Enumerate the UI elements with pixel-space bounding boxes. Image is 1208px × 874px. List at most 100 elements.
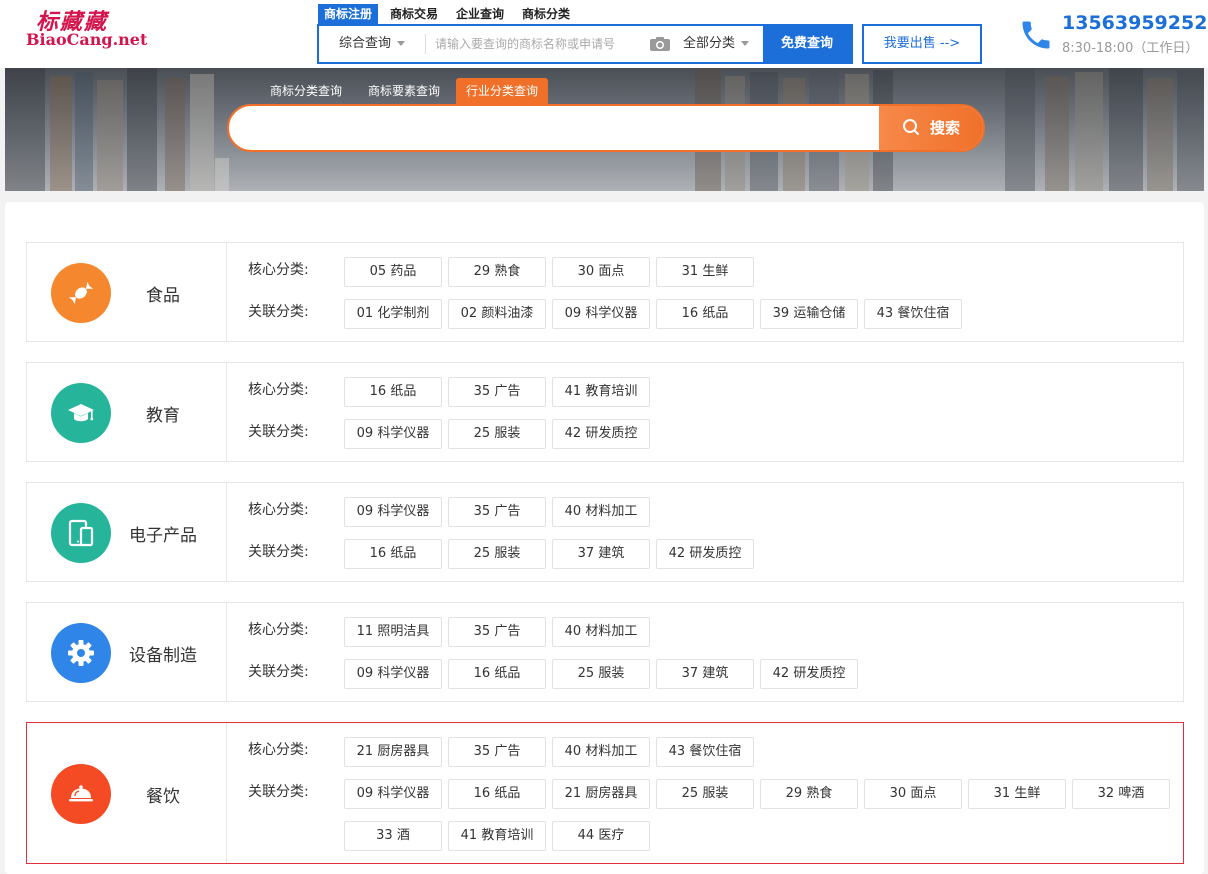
chevron-down-icon [397, 41, 406, 46]
industry-header[interactable]: 食品 [27, 243, 227, 341]
class-chip-list: 09 科学仪器 16 纸品 21 厨房器具 25 服装 29 熟食 30 面点 31 生鲜 3… [344, 779, 1184, 863]
tab-company-query[interactable]: 企业查询 [450, 4, 510, 24]
class-chip[interactable]: 35 广告 [448, 377, 546, 407]
industry-name: 设备制造 [129, 646, 197, 666]
banner-query-tabs: 商标分类查询 商标要素查询 行业分类查询 [260, 78, 554, 104]
industry-classes: 核心分类: 16 纸品 35 广告 41 教育培训关联分类: 09 科学仪器 25 服装 4… [228, 363, 1183, 461]
class-chip[interactable]: 11 照明洁具 [344, 617, 442, 647]
class-chip[interactable]: 43 餐饮住宿 [864, 299, 962, 329]
industry-name: 电子产品 [129, 526, 197, 546]
class-chip[interactable]: 33 酒 [344, 821, 442, 851]
class-chip[interactable]: 01 化学制剂 [344, 299, 442, 329]
class-chip[interactable]: 16 纸品 [656, 299, 754, 329]
class-chip[interactable]: 32 啤酒 [1072, 779, 1170, 809]
class-chip[interactable]: 37 建筑 [656, 659, 754, 689]
tab-trademark-register[interactable]: 商标注册 [318, 4, 379, 24]
industry-classes: 核心分类: 05 药品 29 熟食 30 面点 31 生鲜 关联分类: 01 化学制剂 02 … [228, 243, 1183, 341]
search-icon [902, 119, 919, 135]
class-chip-list: 09 科学仪器 16 纸品 25 服装 37 建筑 42 研发质控 [344, 659, 1184, 701]
camera-icon[interactable] [649, 36, 671, 52]
class-chip[interactable]: 44 医疗 [552, 821, 650, 851]
search-button[interactable]: 搜索 [879, 106, 983, 150]
food-cloche-icon [51, 764, 111, 824]
class-chip-list: 21 厨房器具 35 广告 40 材料加工 43 餐饮住宿 [344, 737, 1184, 779]
tab-trademark-class[interactable]: 商标分类 [516, 4, 576, 24]
tab-trademark-trade[interactable]: 商标交易 [384, 4, 444, 24]
site-logo[interactable]: 标藏藏 BiaoCang.net [26, 4, 148, 54]
class-chip[interactable]: 30 面点 [552, 257, 650, 287]
class-chip[interactable]: 25 服装 [656, 779, 754, 809]
industry-block: 食品 核心分类: 05 药品 29 熟食 30 面点 31 生鲜 关联分类: 01 化学制剂 0… [26, 242, 1184, 342]
class-chip[interactable]: 30 面点 [864, 779, 962, 809]
related-class-label: 关联分类: [248, 544, 309, 560]
class-chip[interactable]: 16 纸品 [344, 377, 442, 407]
free-query-button[interactable]: 免费查询 [763, 26, 851, 62]
core-class-label: 核心分类: [248, 622, 309, 638]
class-chip[interactable]: 09 科学仪器 [552, 299, 650, 329]
class-chip[interactable]: 40 材料加工 [552, 617, 650, 647]
category-select[interactable]: 全部分类 [683, 26, 750, 62]
class-chip[interactable]: 02 颜料油漆 [448, 299, 546, 329]
class-chip[interactable]: 42 研发质控 [656, 539, 754, 569]
class-chip-list: 05 药品 29 熟食 30 面点 31 生鲜 [344, 257, 1184, 299]
industry-classes: 核心分类: 11 照明洁具 35 广告 40 材料加工关联分类: 09 科学仪器 16 纸… [228, 603, 1183, 701]
class-chip[interactable]: 35 广告 [448, 617, 546, 647]
industry-header[interactable]: 教育 [27, 363, 227, 461]
industry-search-input[interactable] [249, 106, 869, 150]
industry-header[interactable]: 设备制造 [27, 603, 227, 701]
industry-block: 餐饮 核心分类: 21 厨房器具 35 广告 40 材料加工 43 餐饮住宿 关联分类: 09… [26, 722, 1184, 864]
industry-header[interactable]: 餐饮 [27, 723, 227, 863]
class-chip[interactable]: 40 材料加工 [552, 737, 650, 767]
class-chip[interactable]: 09 科学仪器 [344, 779, 442, 809]
divider [425, 34, 426, 54]
header-search-box: 综合查询 全部分类 免费查询 [317, 24, 853, 64]
banner-search-box: 搜索 [227, 104, 985, 152]
class-chip[interactable]: 29 熟食 [760, 779, 858, 809]
class-chip[interactable]: 35 广告 [448, 737, 546, 767]
search-input[interactable] [435, 30, 645, 58]
industry-name: 食品 [146, 286, 180, 306]
class-chip[interactable]: 29 熟食 [448, 257, 546, 287]
tab-industry-query[interactable]: 行业分类查询 [456, 78, 549, 104]
related-class-label: 关联分类: [248, 664, 309, 680]
related-class-label: 关联分类: [248, 304, 309, 320]
class-chip[interactable]: 42 研发质控 [760, 659, 858, 689]
class-chip[interactable]: 42 研发质控 [552, 419, 650, 449]
class-chip[interactable]: 31 生鲜 [968, 779, 1066, 809]
class-chip[interactable]: 09 科学仪器 [344, 497, 442, 527]
class-chip[interactable]: 16 纸品 [448, 779, 546, 809]
class-chip[interactable]: 16 纸品 [344, 539, 442, 569]
class-chip-list: 11 照明洁具 35 广告 40 材料加工 [344, 617, 1184, 659]
tab-class-query[interactable]: 商标分类查询 [260, 78, 352, 104]
class-chip[interactable]: 39 运输仓储 [760, 299, 858, 329]
class-chip[interactable]: 09 科学仪器 [344, 419, 442, 449]
class-chip[interactable]: 41 教育培训 [448, 821, 546, 851]
candy-icon [51, 263, 111, 323]
category-label: 全部分类 [683, 36, 736, 51]
class-chip[interactable]: 41 教育培训 [552, 377, 650, 407]
sell-button[interactable]: 我要出售 --> [862, 24, 982, 64]
class-chip[interactable]: 21 厨房器具 [552, 779, 650, 809]
class-chip[interactable]: 35 广告 [448, 497, 546, 527]
devices-icon [51, 503, 111, 563]
class-chip[interactable]: 43 餐饮住宿 [656, 737, 754, 767]
class-chip[interactable]: 09 科学仪器 [344, 659, 442, 689]
industry-header[interactable]: 电子产品 [27, 483, 227, 581]
related-class-label: 关联分类: [248, 424, 309, 440]
class-chip[interactable]: 25 服装 [448, 419, 546, 449]
class-chip[interactable]: 25 服装 [552, 659, 650, 689]
core-class-label: 核心分类: [248, 382, 309, 398]
site-header: 标藏藏 BiaoCang.net 商标注册 商标交易 企业查询 商标分类 综合查… [0, 0, 1208, 68]
search-mode-tabs: 商标注册 商标交易 企业查询 商标分类 [318, 4, 582, 24]
class-chip[interactable]: 31 生鲜 [656, 257, 754, 287]
class-chip[interactable]: 40 材料加工 [552, 497, 650, 527]
search-type-select[interactable]: 综合查询 [339, 26, 406, 62]
class-chip[interactable]: 21 厨房器具 [344, 737, 442, 767]
logo-en-text: BiaoCang.net [26, 30, 148, 49]
class-chip[interactable]: 37 建筑 [552, 539, 650, 569]
class-chip[interactable]: 25 服装 [448, 539, 546, 569]
tab-element-query[interactable]: 商标要素查询 [358, 78, 450, 104]
graduation-cap-icon [51, 383, 111, 443]
class-chip[interactable]: 16 纸品 [448, 659, 546, 689]
class-chip[interactable]: 05 药品 [344, 257, 442, 287]
